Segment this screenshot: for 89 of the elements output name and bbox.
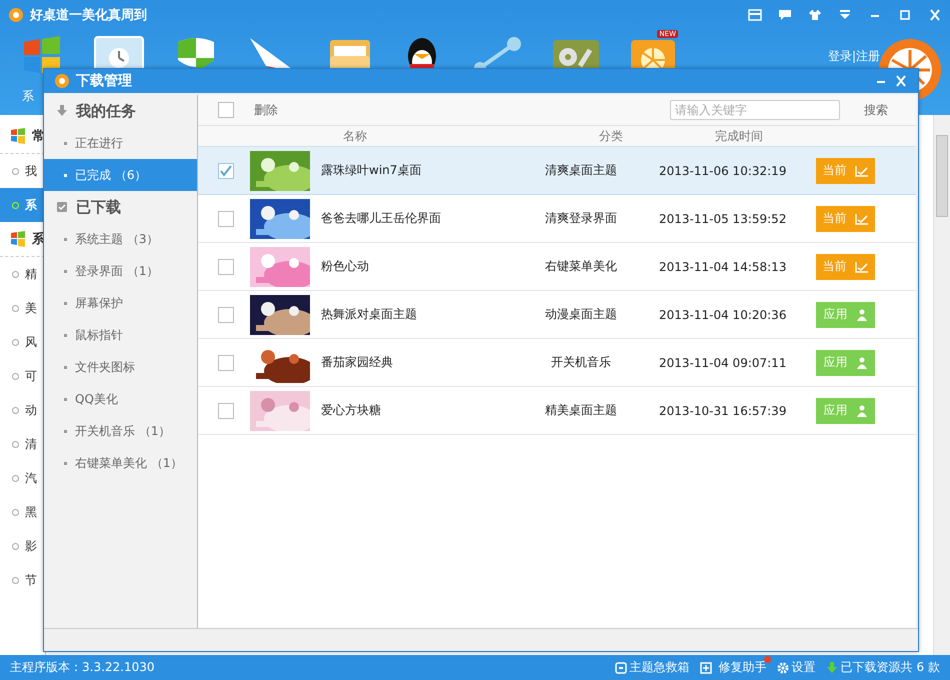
checkbox[interactable] — [218, 402, 234, 418]
item-name: 爸爸去哪儿王岳伦界面 — [321, 210, 442, 227]
search-button[interactable]: 搜索 — [856, 102, 896, 118]
category-item[interactable]: 文件夹图标 — [44, 351, 197, 383]
message-icon[interactable] — [778, 9, 792, 21]
app-title: 好桌道一美化真周到 — [30, 6, 147, 24]
sidebar-item[interactable]: 我 — [0, 154, 45, 188]
status-link[interactable]: 主题急救箱 — [614, 659, 690, 676]
notification-dot — [764, 656, 771, 663]
item-name: 粉色心动 — [321, 258, 370, 275]
time-cell-text: 2013-11-04 14:58:13 — [659, 260, 788, 274]
toolbox-icon — [614, 662, 627, 674]
column-header: 名称 — [343, 128, 368, 144]
download-arrow-icon — [56, 105, 68, 117]
column-header: 分类 — [599, 128, 624, 144]
person-icon — [856, 356, 868, 368]
sidebar-item[interactable]: 汽 — [0, 461, 45, 495]
skin-icon[interactable] — [748, 9, 762, 21]
time-cell-text: 2013-11-05 13:59:52 — [659, 212, 788, 226]
status-link[interactable]: 已下载资源共 6 款 — [826, 659, 940, 676]
version-text: 主程序版本：3.3.22.1030 — [10, 659, 155, 676]
shirt-icon[interactable] — [808, 9, 822, 21]
sidebar-item[interactable]: 动 — [0, 393, 45, 427]
status-link[interactable]: 设置 — [776, 659, 816, 676]
gear-icon — [776, 662, 789, 674]
item-name: 热舞派对桌面主题 — [321, 306, 418, 323]
login-register-link[interactable]: 登录|注册 — [828, 48, 880, 65]
menu-icon[interactable] — [838, 9, 852, 21]
category-item[interactable]: 系统主题 （3） — [44, 223, 197, 255]
category-cell-text: 动漫桌面主题 — [544, 306, 618, 323]
scrollbar[interactable] — [933, 115, 950, 655]
sidebar-item[interactable]: 黑 — [0, 495, 45, 529]
person-icon — [856, 308, 868, 320]
category-item[interactable]: QQ美化 — [44, 383, 197, 415]
sidebar-item[interactable]: 清 — [0, 427, 45, 461]
category-cell-text: 清爽桌面主题 — [544, 162, 618, 179]
category-item[interactable]: 屏幕保护 — [44, 287, 197, 319]
sidebar-item[interactable]: 节 — [0, 563, 45, 597]
time-cell-text: 2013-11-04 10:20:36 — [659, 308, 788, 322]
category-cell-text: 开关机音乐 — [550, 354, 612, 371]
logo-icon — [54, 73, 70, 89]
item-name: 露珠绿叶win7桌面 — [321, 162, 422, 179]
check-box-icon — [56, 201, 68, 213]
category-cell-text: 右键菜单美化 — [544, 258, 618, 275]
sidebar-item[interactable]: 可 — [0, 359, 45, 393]
category-item[interactable]: 鼠标指针 — [44, 319, 197, 351]
item-name: 番茄家园经典 — [321, 354, 394, 371]
sidebar-item[interactable]: 影 — [0, 529, 45, 563]
category-item[interactable]: 正在进行 — [44, 127, 197, 159]
category-item[interactable]: 登录界面 （1） — [44, 255, 197, 287]
section-heading: 已下载 — [76, 198, 121, 216]
windows-flag-icon — [10, 231, 26, 247]
category-item[interactable]: 开关机音乐 （1） — [44, 415, 197, 447]
sidebar-item[interactable]: 美 — [0, 291, 45, 325]
windows-flag-icon — [10, 128, 26, 144]
search-field[interactable]: 请输入关键字 — [670, 100, 840, 120]
sidebar-item[interactable]: 系 — [0, 188, 45, 222]
time-cell-text: 2013-11-04 09:07:11 — [659, 356, 788, 370]
dialog-title: 下载管理 — [76, 72, 132, 90]
checkbox[interactable] — [218, 258, 234, 274]
item-name: 爱心方块糖 — [321, 402, 382, 419]
check-chart-icon — [854, 260, 868, 272]
download-arrow-icon — [826, 662, 838, 674]
checkbox[interactable] — [218, 210, 234, 226]
column-header: 完成时间 — [715, 128, 763, 144]
checkbox[interactable] — [218, 306, 234, 322]
time-cell-text: 2013-10-31 16:57:39 — [659, 404, 788, 418]
category-cell-text: 清爽登录界面 — [544, 210, 618, 227]
section-heading: 我的任务 — [76, 102, 136, 120]
check-chart-icon — [854, 164, 868, 176]
sidebar-heading: 常 — [32, 128, 45, 145]
category-item[interactable]: 右键菜单美化 （1） — [44, 447, 197, 479]
check-chart-icon — [854, 212, 868, 224]
close-icon[interactable] — [928, 9, 942, 21]
delete-button[interactable]: 删除 — [254, 102, 278, 118]
time-cell-text: 2013-11-06 10:32:19 — [659, 164, 788, 178]
toolbar-label: 系 — [22, 88, 34, 105]
category-item[interactable]: 已完成 （6） — [44, 159, 197, 191]
select-all-checkbox[interactable] — [218, 102, 234, 118]
close-icon[interactable] — [894, 75, 908, 87]
status-link[interactable]: 修复助手 — [700, 659, 767, 676]
category-cell-text: 精美桌面主题 — [544, 402, 618, 419]
checkbox[interactable] — [218, 162, 234, 178]
maximize-icon[interactable] — [898, 9, 912, 21]
sidebar-item[interactable]: 精 — [0, 257, 45, 291]
logo-icon — [8, 7, 24, 23]
sidebar-item[interactable]: 风 — [0, 325, 45, 359]
person-icon — [856, 404, 868, 416]
checkbox[interactable] — [218, 354, 234, 370]
